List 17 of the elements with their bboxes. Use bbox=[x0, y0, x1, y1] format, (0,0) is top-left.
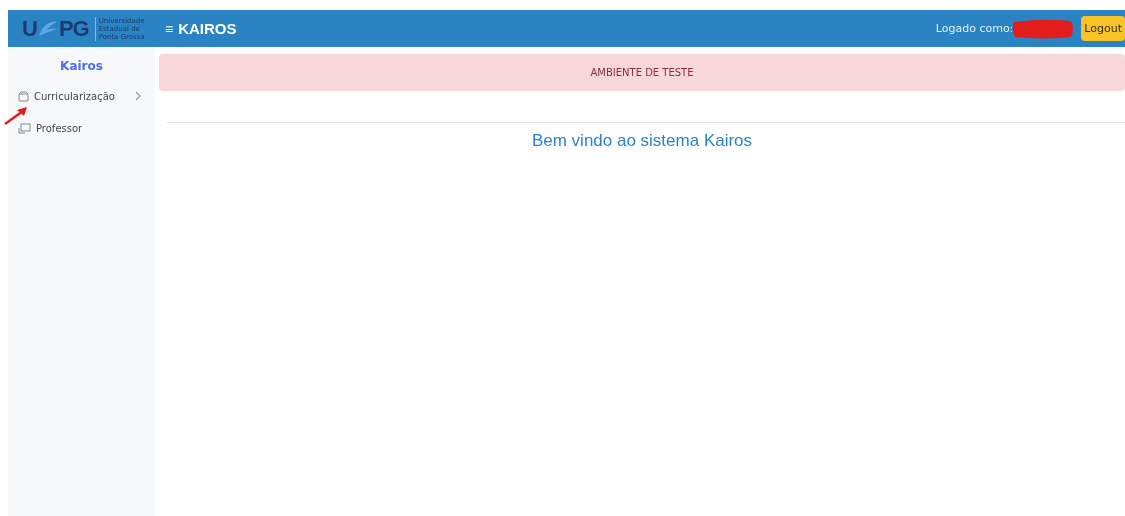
app-title: KAIROS bbox=[178, 20, 237, 37]
arrow-icon bbox=[4, 105, 28, 125]
welcome-heading: Bem vindo ao sistema Kairos bbox=[530, 131, 754, 151]
monitor-icon bbox=[18, 122, 31, 134]
sidebar-title: Kairos bbox=[59, 59, 104, 73]
menu-button[interactable]: ≡ bbox=[165, 20, 174, 37]
redaction-mark bbox=[1011, 17, 1076, 40]
sidebar-item[interactable]: Professor bbox=[8, 119, 155, 137]
sidebar-item[interactable]: Curricularização bbox=[8, 87, 155, 105]
sidebar-item-label: Curricularização bbox=[34, 90, 115, 102]
logo-letter: PG bbox=[58, 15, 89, 42]
sidebar-item-label: Professor bbox=[36, 122, 83, 134]
logo-letter: U bbox=[22, 15, 37, 42]
alert-text: AMBIENTE DE TESTE bbox=[590, 67, 694, 78]
box-icon bbox=[18, 90, 29, 102]
logged-as-label: Logado como: bbox=[935, 22, 1014, 35]
logout-button[interactable]: Logout bbox=[1081, 16, 1125, 41]
